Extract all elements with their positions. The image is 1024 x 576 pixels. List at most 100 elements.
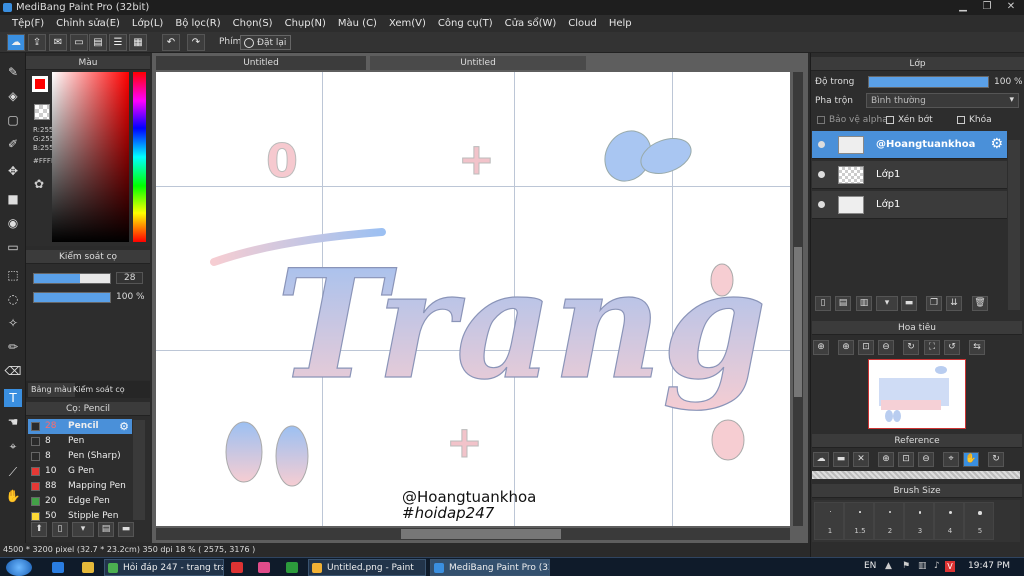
clipping-checkbox[interactable] (886, 116, 894, 124)
brush-size-cell[interactable]: 4 (934, 502, 964, 540)
text-tool-icon[interactable]: T (4, 389, 22, 407)
network-icon[interactable]: ▥ (918, 561, 927, 571)
protect-alpha-checkbox[interactable] (817, 116, 825, 124)
new-8bit-layer-icon[interactable]: ▥ (856, 296, 872, 311)
antivirus-icon[interactable]: V (945, 561, 955, 572)
rotate-icon[interactable]: ↻ (903, 340, 919, 355)
menu-layer[interactable]: Lớp(L) (126, 18, 169, 29)
flag-icon[interactable]: ⚑ (902, 561, 910, 571)
ref-zoom-out-icon[interactable]: ⊖ (918, 452, 934, 467)
brush-item[interactable]: 8 Pen (Sharp) (28, 449, 132, 464)
zoom-out-icon[interactable]: ⊖ (878, 340, 894, 355)
fullscreen-icon[interactable]: ⛶ (924, 340, 940, 355)
reset-button[interactable]: Đặt lại (240, 35, 292, 50)
duplicate-layer-icon[interactable]: ❐ (926, 296, 942, 311)
grid-icon[interactable]: ▦ (129, 34, 147, 51)
new-brush-icon[interactable]: ▯ (52, 522, 68, 537)
menu-edit[interactable]: Chỉnh sửa(E) (50, 18, 126, 29)
eraser-tool-icon[interactable]: ◈ (4, 87, 22, 105)
start-button[interactable] (6, 559, 32, 576)
bucket-tool-icon[interactable]: ◉ (4, 214, 22, 232)
maximize-icon[interactable]: ❐ (979, 1, 995, 13)
flip-icon[interactable]: ⇆ (969, 340, 985, 355)
blend-mode-select[interactable]: Bình thường ▾ (866, 93, 1019, 108)
add-brush-icon[interactable]: ⬆ (31, 522, 47, 537)
opacity-slider[interactable] (33, 292, 111, 303)
document-icon[interactable]: ▤ (89, 34, 107, 51)
visibility-icon[interactable] (818, 141, 825, 148)
taskbar-medibang-window[interactable]: MediBang Paint Pro (32... (430, 559, 550, 576)
brush-folder-icon[interactable]: ▬ (118, 522, 134, 537)
rotate-left-icon[interactable]: ↺ (944, 340, 960, 355)
layer-row[interactable]: @Hoangtuankhoa ⚙ (812, 131, 1007, 159)
new-layer-icon[interactable]: ▯ (815, 296, 831, 311)
menu-snap[interactable]: Chụp(N) (279, 18, 332, 29)
lock-checkbox[interactable] (957, 116, 965, 124)
brush-size-value[interactable]: 28 (116, 272, 144, 284)
ref-fit-icon[interactable]: ⊡ (898, 452, 914, 467)
close-reference-icon[interactable]: ✕ (853, 452, 869, 467)
layer-row[interactable]: Lớp1 (812, 161, 1007, 189)
language-indicator[interactable]: EN (864, 561, 876, 571)
brush-size-cell[interactable]: 5 (964, 502, 994, 540)
menu-file[interactable]: Tệp(F) (6, 18, 50, 29)
volume-icon[interactable]: ♪ (934, 561, 940, 571)
eyedropper-tool-icon[interactable]: ⌖ (4, 437, 22, 455)
redo-icon[interactable]: ↷ (187, 34, 205, 51)
media-icon[interactable] (231, 562, 243, 573)
hand-tool-icon[interactable]: ✋ (4, 487, 22, 505)
magic-wand-icon[interactable]: ✧ (4, 314, 22, 332)
background-color[interactable] (34, 104, 50, 120)
layer-row[interactable]: Lớp1 (812, 191, 1007, 219)
brush-size-cell[interactable]: 1.5 (844, 502, 874, 540)
delete-layer-icon[interactable]: 🗑 (972, 296, 988, 311)
taskbar-paint-window[interactable]: Untitled.png - Paint (308, 559, 426, 576)
visibility-icon[interactable] (818, 201, 825, 208)
gradient-tool-icon[interactable]: ▭ (4, 238, 22, 256)
fit-icon[interactable]: ⊡ (858, 340, 874, 355)
gear-icon[interactable]: ⚙ (119, 419, 129, 434)
navigator-thumbnail[interactable] (868, 359, 966, 429)
merge-layer-icon[interactable]: ⇊ (946, 296, 962, 311)
zoom-in-icon[interactable]: ⊕ (813, 340, 829, 355)
open-folder-icon[interactable]: ▬ (833, 452, 849, 467)
hue-slider[interactable] (133, 72, 146, 242)
pen-tool-icon[interactable]: ✐ (4, 135, 22, 153)
clock[interactable]: 19:47 PM (968, 561, 1010, 571)
share-icon[interactable]: ⇪ (28, 34, 46, 51)
brush-size-slider[interactable] (33, 273, 111, 284)
menu-color[interactable]: Màu (C) (332, 18, 383, 29)
layer-opacity-slider[interactable] (868, 76, 989, 88)
reference-area[interactable] (812, 471, 1020, 479)
tab-palette[interactable]: Bảng màu (28, 383, 75, 397)
operation-tool-icon[interactable]: ☚ (4, 413, 22, 431)
brush-size-cell[interactable]: 2 (874, 502, 904, 540)
brush-tool-icon[interactable]: ✎ (4, 63, 22, 81)
ref-hand-icon[interactable]: ✋ (963, 452, 979, 467)
palette-icon[interactable]: ✿ (34, 177, 44, 191)
ie-icon[interactable] (52, 562, 64, 573)
add-layer-menu-icon[interactable]: ▾ (876, 296, 898, 311)
cloud-upload-icon[interactable]: ☁ (813, 452, 829, 467)
tray-expand-icon[interactable]: ▲ (885, 561, 892, 571)
cloud-icon[interactable]: ☁ (7, 34, 25, 51)
foreground-color[interactable] (32, 76, 48, 92)
horizontal-scrollbar[interactable] (156, 528, 790, 540)
visibility-icon[interactable] (818, 171, 825, 178)
horizontal-scroll-thumb[interactable] (401, 529, 561, 539)
rect-tool-icon[interactable]: ▢ (4, 111, 22, 129)
brush-size-cell[interactable]: 1 (814, 502, 844, 540)
drawing-canvas[interactable]: Trang 0 + + @Hoangtuankhoa #hoidap247 (156, 72, 790, 526)
tab-untitled-2[interactable]: Untitled (370, 56, 586, 70)
undo-icon[interactable]: ↶ (162, 34, 180, 51)
brush-size-cell[interactable]: 3 (904, 502, 934, 540)
explorer-icon[interactable] (82, 562, 94, 573)
vertical-scrollbar[interactable] (793, 72, 803, 526)
list-icon[interactable]: ☰ (109, 34, 127, 51)
comment-icon[interactable]: ✉ (49, 34, 67, 51)
menu-cloud[interactable]: Cloud (562, 18, 603, 29)
move-tool-icon[interactable]: ✥ (4, 162, 22, 180)
select-eraser-icon[interactable]: ⌫ (4, 362, 22, 380)
ref-zoom-in-icon[interactable]: ⊕ (878, 452, 894, 467)
app-icon-3[interactable] (286, 562, 298, 573)
